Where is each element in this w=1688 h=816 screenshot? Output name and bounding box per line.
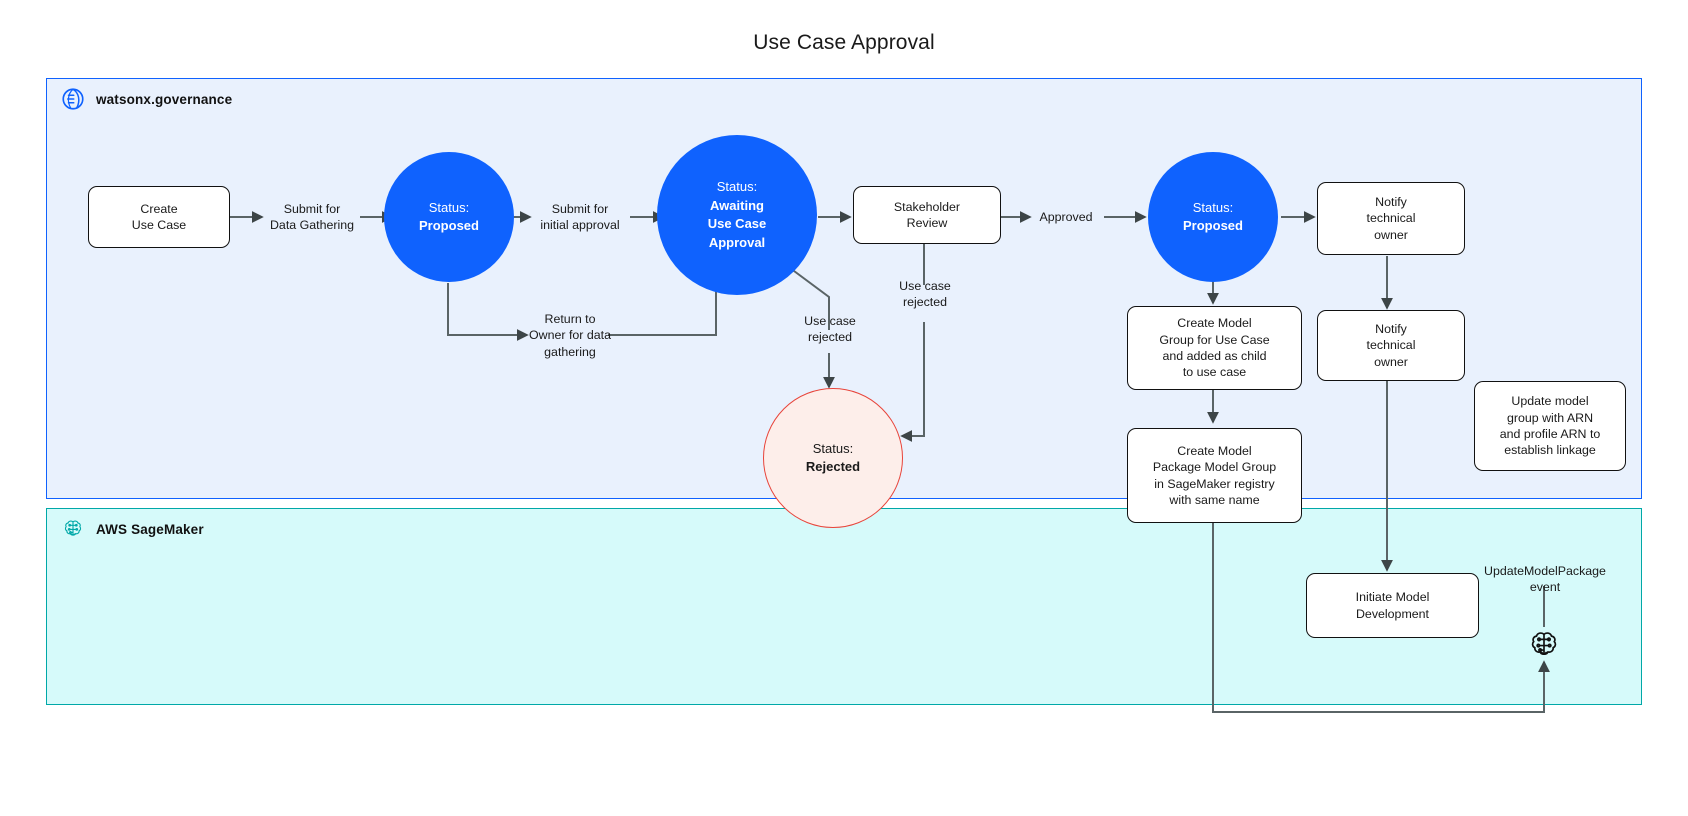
edge-label-approved: Approved xyxy=(1039,210,1093,224)
node-label-line2: Proposed xyxy=(1183,218,1243,233)
node-label-line1: Status: xyxy=(1192,199,1234,215)
sagemaker-brain-icon xyxy=(61,517,85,541)
node-status-awaiting-use-case-approval[interactable]: Status: Awaiting Use Case Approval xyxy=(657,135,817,295)
node-label: Create Use Case xyxy=(131,201,187,232)
brain-icon xyxy=(1526,627,1562,663)
edge-label-return-to-owner-for-data-gathering: Return to Owner for data gathering xyxy=(529,312,611,359)
node-initiate-model-development[interactable]: Initiate Model Development xyxy=(1306,573,1479,638)
edge-label-use-case-rejected-2: Use case rejected xyxy=(899,279,951,310)
node-label-line2: Awaiting Use Case Approval xyxy=(707,197,767,250)
node-update-model-group-arn[interactable]: Update model group with ARN and profile … xyxy=(1474,381,1626,471)
node-notify-technical-owner-2[interactable]: Notify technical owner xyxy=(1317,310,1465,381)
node-label: Create Model Package Model Group in Sage… xyxy=(1152,443,1277,507)
node-label-line1: Status: xyxy=(812,440,854,456)
node-status-proposed-2[interactable]: Status: Proposed xyxy=(1148,152,1278,282)
node-label-line2: Rejected xyxy=(805,459,861,474)
node-status-proposed-1[interactable]: Status: Proposed xyxy=(384,152,514,282)
node-label: Update model group with ARN and profile … xyxy=(1499,394,1601,458)
swimlane-title-watsonx-governance: watsonx.governance xyxy=(96,91,233,107)
node-label: Notify technical owner xyxy=(1366,321,1416,369)
edge-label-update-model-package-event: UpdateModelPackage event xyxy=(1484,564,1606,595)
swimlane-header-watsonx-governance: watsonx.governance xyxy=(61,87,232,111)
swimlane-title-aws-sagemaker: AWS SageMaker xyxy=(96,521,204,537)
node-label: Notify technical owner xyxy=(1366,194,1416,242)
node-label: Create Model Group for Use Case and adde… xyxy=(1159,316,1270,380)
node-create-model-package-model-group[interactable]: Create Model Package Model Group in Sage… xyxy=(1127,428,1302,523)
edge-label-use-case-rejected-1: Use case rejected xyxy=(804,314,856,345)
swimlane-header-aws-sagemaker: AWS SageMaker xyxy=(61,517,204,541)
node-label: Stakeholder Review xyxy=(893,199,961,230)
edge-label-submit-for-data-gathering: Submit for Data Gathering xyxy=(269,202,355,233)
node-status-rejected[interactable]: Status: Rejected xyxy=(763,388,903,528)
node-create-model-group[interactable]: Create Model Group for Use Case and adde… xyxy=(1127,306,1302,390)
edge-label-submit-for-initial-approval: Submit for initial approval xyxy=(540,202,620,233)
page-title: Use Case Approval xyxy=(753,31,935,54)
diagram-canvas: Use Case Approval watsonx.governance AWS… xyxy=(0,0,1688,816)
node-notify-technical-owner-1[interactable]: Notify technical owner xyxy=(1317,182,1465,255)
node-label-line2: Proposed xyxy=(419,218,479,233)
node-label-line1: Status: xyxy=(716,179,758,194)
node-label-line1: Status: xyxy=(428,199,470,215)
node-create-use-case[interactable]: Create Use Case xyxy=(88,186,230,248)
node-label: Initiate Model Development xyxy=(1355,590,1430,621)
node-stakeholder-review[interactable]: Stakeholder Review xyxy=(853,186,1001,244)
watsonx-globe-icon xyxy=(61,87,85,111)
